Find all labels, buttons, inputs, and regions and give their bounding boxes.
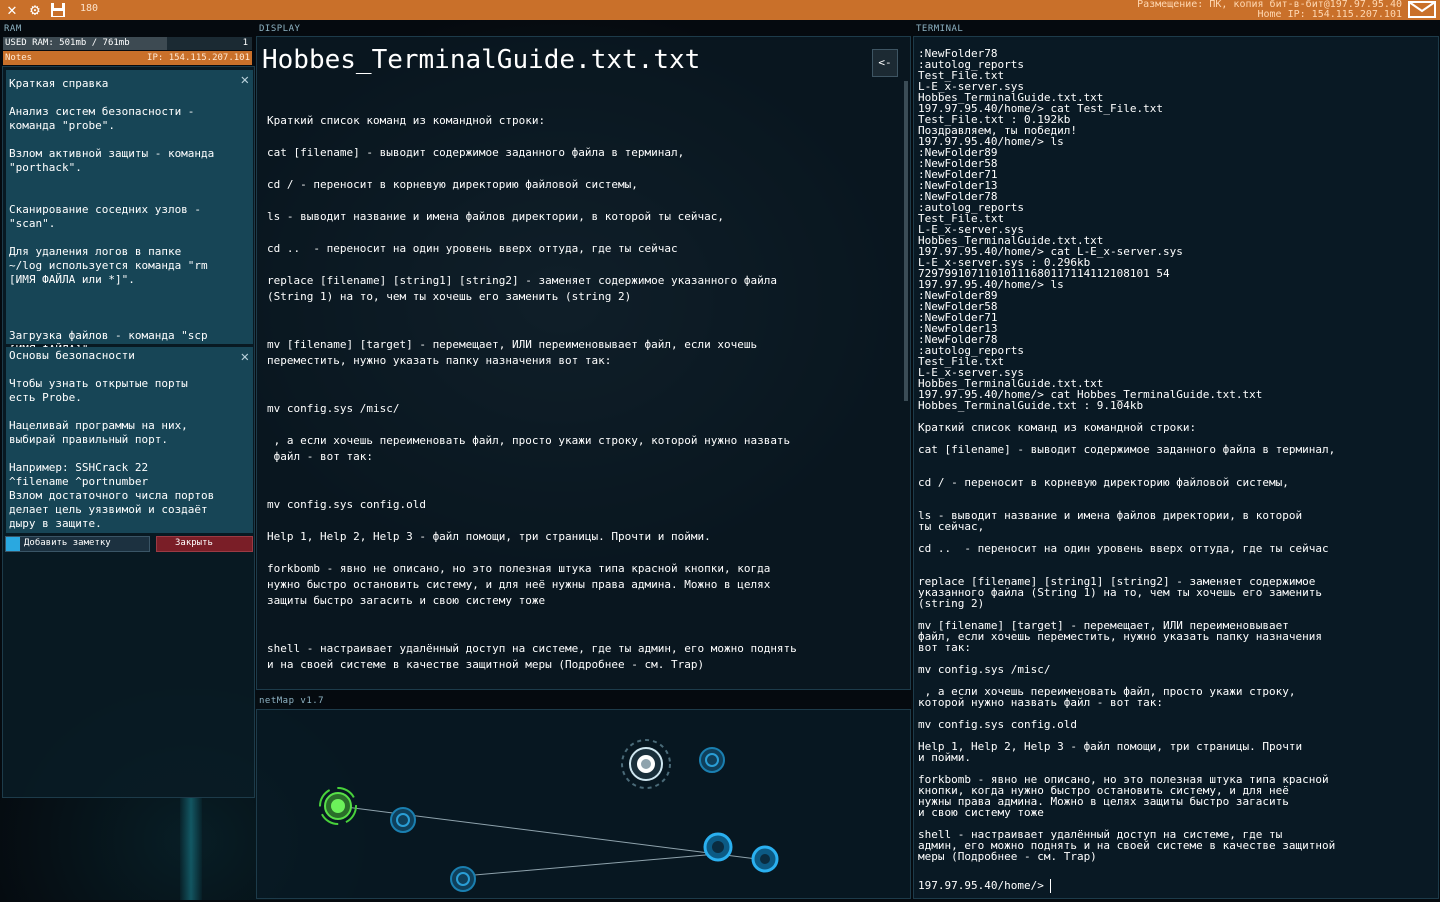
top-bar: ✕ ⚙ 180 Размещение: ПК, копия бит-в-бит@… — [0, 0, 1440, 20]
add-note-indicator — [6, 537, 20, 551]
terminal-prompt-text: 197.97.95.40/home/> — [918, 879, 1044, 892]
location-info: Размещение: ПК, копия бит-в-бит@197.97.9… — [1137, 0, 1402, 20]
notes-label: Notes — [5, 53, 33, 63]
save-icon[interactable] — [50, 2, 66, 18]
close-icon[interactable]: ✕ — [241, 72, 249, 88]
background-light-beam — [180, 798, 202, 900]
document-scrollbar[interactable] — [904, 81, 908, 401]
ram-label: RAM — [4, 24, 22, 34]
connection-line — [462, 853, 718, 877]
active-node[interactable] — [751, 845, 779, 873]
ram-usage-text: USED RAM: 501mb / 761mb — [5, 38, 130, 48]
close-notes-label: Закрыть — [175, 538, 213, 548]
netmap-graph — [319, 739, 779, 892]
network-node[interactable] — [699, 747, 725, 773]
netmap-label: netMap v1.7 — [259, 696, 325, 706]
terminal-label: TERMINAL — [916, 24, 964, 34]
note-card: Краткая справка ✕ Анализ систем безопасн… — [6, 70, 253, 356]
terminal-cursor — [1049, 879, 1051, 893]
back-button[interactable]: <- — [872, 49, 898, 77]
document-title: Hobbes_TerminalGuide.txt.txt — [262, 45, 701, 75]
close-notes-button[interactable]: Закрыть — [156, 536, 253, 552]
document-body: Краткий список команд из командной строк… — [267, 114, 797, 671]
notes-process-bar[interactable]: Notes IP: 154.115.207.101 — [3, 51, 252, 65]
close-icon[interactable]: ✕ — [241, 349, 249, 365]
terminal-prompt[interactable]: 197.97.95.40/home/> — [918, 879, 1051, 893]
mail-icon[interactable] — [1408, 1, 1436, 18]
note-title: Основы безопасности — [9, 349, 135, 362]
ram-usage-bar: USED RAM: 501mb / 761mb 1 — [3, 37, 252, 50]
close-icon[interactable]: ✕ — [4, 2, 20, 18]
home-node[interactable] — [319, 787, 357, 825]
display-label: DISPLAY — [259, 24, 301, 34]
ram-process-count: 1 — [242, 38, 248, 48]
note-card: Основы безопасности ✕ Чтобы узнать откры… — [6, 347, 253, 533]
home-ip-line: Home IP: 154.115.207.101 — [1257, 9, 1403, 20]
notes-ip: IP: 154.115.207.101 — [147, 53, 250, 63]
current-node[interactable] — [621, 739, 671, 789]
add-note-button[interactable]: Добавить заметку — [5, 536, 150, 552]
display-panel: Hobbes_TerminalGuide.txt.txt <- Краткий … — [256, 36, 911, 690]
notes-panel: Краткая справка ✕ Анализ систем безопасн… — [2, 66, 255, 798]
network-node[interactable] — [450, 866, 476, 892]
network-node[interactable] — [390, 807, 416, 833]
note-body: Анализ систем безопасности - команда "pr… — [9, 105, 215, 356]
add-note-label: Добавить заметку — [24, 538, 111, 548]
terminal-panel[interactable]: :NewFolder78 :autolog_reports Test_File.… — [913, 36, 1439, 899]
active-node[interactable] — [703, 832, 733, 862]
gear-icon[interactable]: ⚙ — [27, 2, 43, 18]
note-body: Чтобы узнать открытые порты есть Probe. … — [9, 377, 215, 530]
note-title: Краткая справка — [9, 77, 109, 90]
counter: 180 — [80, 3, 99, 14]
terminal-output: :NewFolder78 :autolog_reports Test_File.… — [918, 47, 1336, 863]
netmap-panel — [256, 709, 911, 899]
